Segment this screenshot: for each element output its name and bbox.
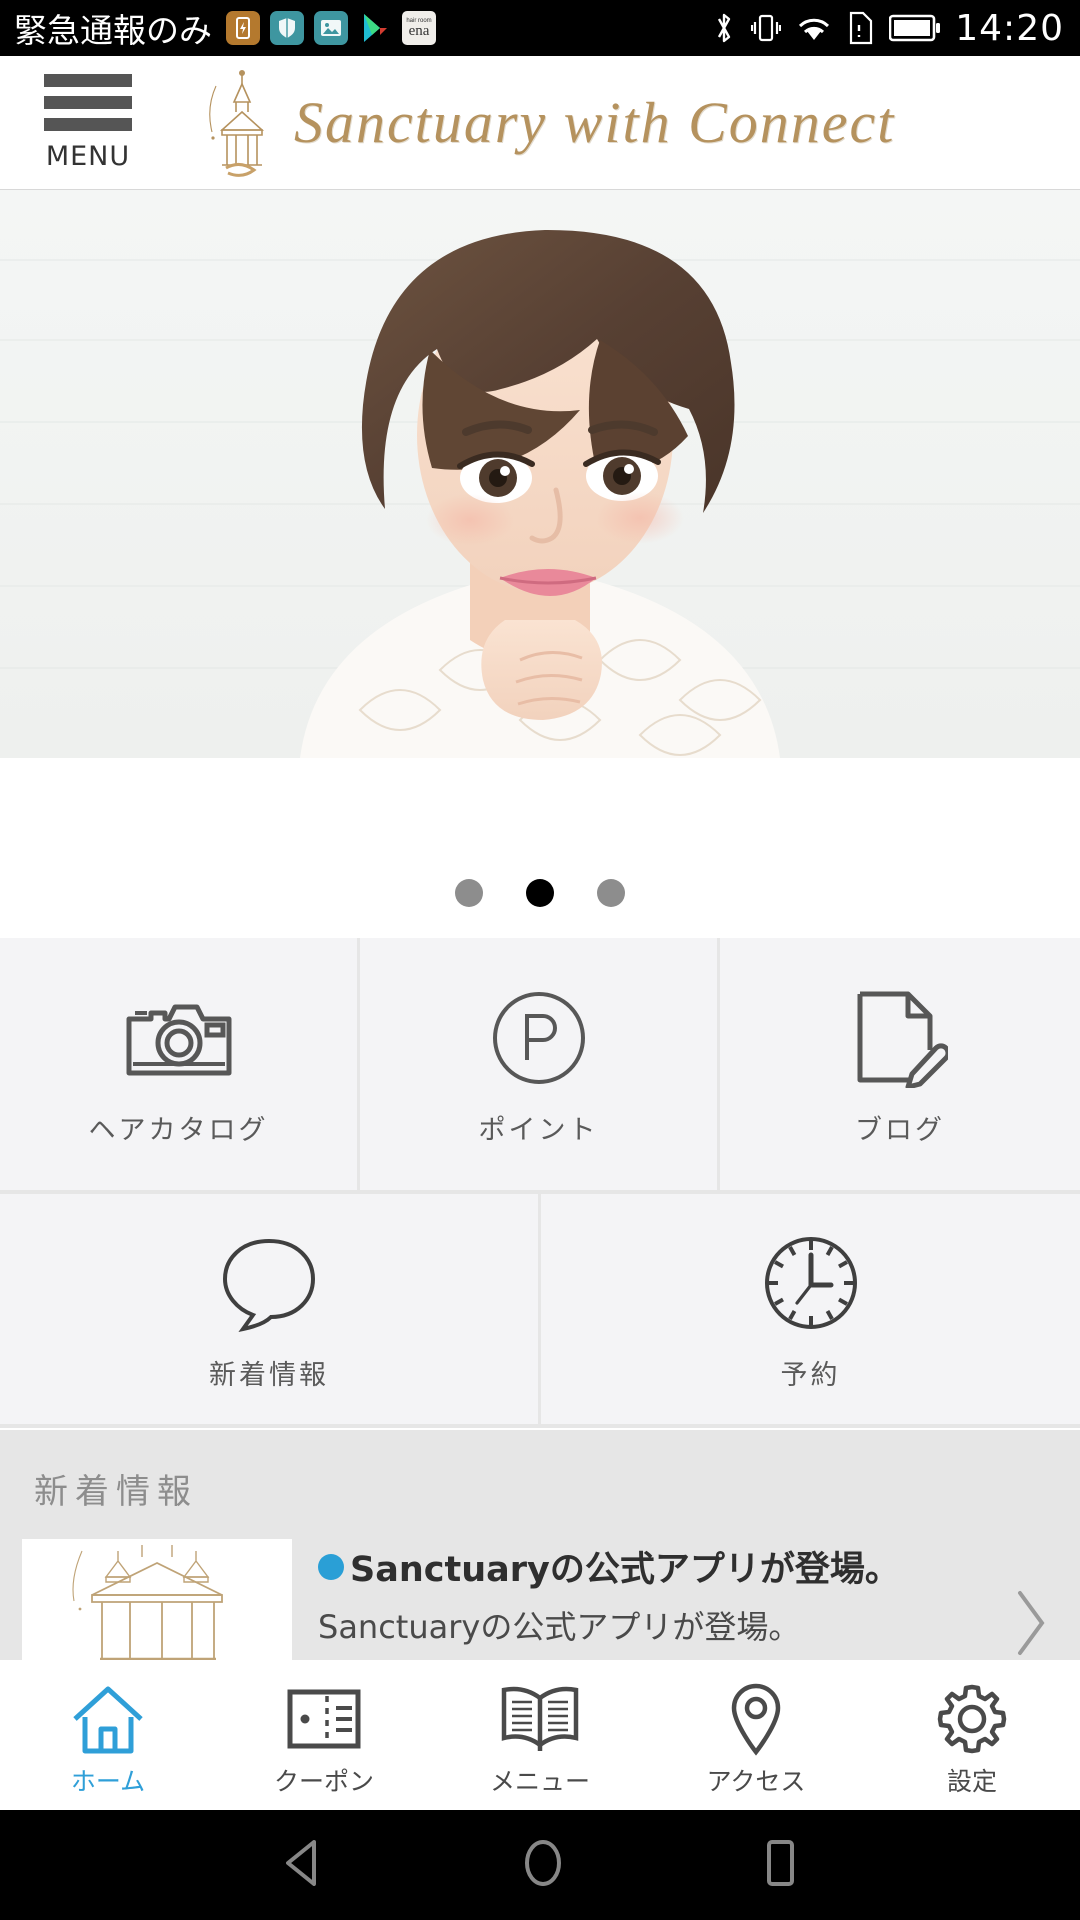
news-bullet-icon xyxy=(318,1553,344,1580)
app-header: MENU Sanctuary with Connect xyxy=(0,56,1080,190)
home-circle-icon[interactable] xyxy=(518,1836,568,1895)
battery-charging-icon xyxy=(226,11,260,45)
wifi-icon xyxy=(795,12,833,44)
hero-slider[interactable] xyxy=(0,190,1080,758)
play-store-icon xyxy=(358,11,392,45)
bluetooth-icon xyxy=(711,10,737,46)
image-icon xyxy=(314,11,348,45)
nav-label: メニュー xyxy=(489,1767,590,1796)
hamburger-bar xyxy=(44,117,132,131)
shield-icon xyxy=(270,11,304,45)
news-subtitle: Sanctuaryの公式アプリが登場。 xyxy=(318,1608,801,1646)
menu-button[interactable]: MENU xyxy=(42,73,134,172)
chevron-right-icon[interactable] xyxy=(1010,1585,1054,1666)
battery-icon xyxy=(889,13,941,43)
news-headline-row: Sanctuaryの公式アプリが登場。 xyxy=(318,1541,1080,1592)
map-pin-icon xyxy=(728,1680,784,1758)
nav-label: ホーム xyxy=(70,1767,146,1796)
camera-icon xyxy=(125,982,233,1094)
nav-label: クーポン xyxy=(273,1767,374,1796)
sd-card-icon xyxy=(847,11,875,45)
feature-grid-row-1: ヘアカタログ ポイント ブログ xyxy=(0,938,1080,1190)
temple-logo-icon xyxy=(196,68,288,178)
tile-reservation[interactable]: 予約 xyxy=(541,1194,1080,1424)
clock-icon xyxy=(759,1227,863,1339)
tile-hair-catalog[interactable]: ヘアカタログ xyxy=(0,938,357,1190)
hero-image xyxy=(0,190,1080,758)
tile-label: ヘアカタログ xyxy=(88,1114,269,1146)
status-right-icons: 14:20 xyxy=(711,8,1080,49)
logo-text: Sanctuary with Connect xyxy=(294,90,896,155)
slider-dot-3[interactable] xyxy=(597,879,625,907)
feature-grid: ヘアカタログ ポイント ブログ 新着情報 予約 xyxy=(0,938,1080,1428)
nav-label: アクセス xyxy=(706,1767,806,1796)
phone-screen: 緊急通報のみ hair room ena 14:20 MENU Sanctuar… xyxy=(0,0,1080,1920)
slider-dots[interactable] xyxy=(0,876,1080,910)
slider-dot-1[interactable] xyxy=(455,879,483,907)
nav-item-menu[interactable]: メニュー xyxy=(432,1660,648,1810)
tile-news[interactable]: 新着情報 xyxy=(0,1194,538,1424)
speech-bubble-icon xyxy=(217,1227,321,1339)
nav-label: 設定 xyxy=(946,1767,997,1796)
status-bar: 緊急通報のみ hair room ena 14:20 xyxy=(0,0,1080,56)
slider-dot-2[interactable] xyxy=(526,879,554,907)
tile-point[interactable]: ポイント xyxy=(360,938,717,1190)
tile-label: 予約 xyxy=(780,1359,841,1391)
recents-icon[interactable] xyxy=(758,1836,802,1895)
vibrate-icon xyxy=(751,10,782,46)
home-icon xyxy=(69,1680,147,1758)
news-section-title: 新着情報 xyxy=(34,1472,198,1512)
bottom-navigation: ホーム クーポン メニュー アクセス 設定 xyxy=(0,1660,1080,1810)
android-nav-bar xyxy=(0,1810,1080,1920)
carrier-label: 緊急通報のみ xyxy=(14,11,212,50)
ena-app-icon: hair room ena xyxy=(402,11,436,45)
tile-label: ブログ xyxy=(855,1114,945,1146)
tile-blog[interactable]: ブログ xyxy=(720,938,1080,1190)
point-p-circle-icon xyxy=(489,982,589,1094)
notification-icons: hair room ena xyxy=(226,11,436,45)
nav-item-home[interactable]: ホーム xyxy=(0,1660,216,1810)
hamburger-bar xyxy=(44,73,132,87)
tile-label: 新着情報 xyxy=(209,1359,329,1391)
book-icon xyxy=(499,1680,581,1758)
ena-icon-line2: ena xyxy=(408,22,430,39)
document-pencil-icon xyxy=(852,982,948,1094)
coupon-icon xyxy=(286,1680,362,1758)
nav-item-coupon[interactable]: クーポン xyxy=(216,1660,432,1810)
menu-label: MENU xyxy=(45,140,131,172)
feature-grid-row-2: 新着情報 予約 xyxy=(0,1194,1080,1424)
gear-icon xyxy=(935,1680,1009,1758)
tile-label: ポイント xyxy=(478,1114,599,1146)
app-logo[interactable]: Sanctuary with Connect xyxy=(196,68,895,178)
nav-item-access[interactable]: アクセス xyxy=(648,1660,864,1810)
nav-item-settings[interactable]: 設定 xyxy=(864,1660,1080,1810)
news-headline: Sanctuaryの公式アプリが登場。 xyxy=(350,1550,900,1590)
status-clock: 14:20 xyxy=(955,7,1064,49)
hamburger-bar xyxy=(44,95,132,109)
back-icon[interactable] xyxy=(278,1836,328,1895)
